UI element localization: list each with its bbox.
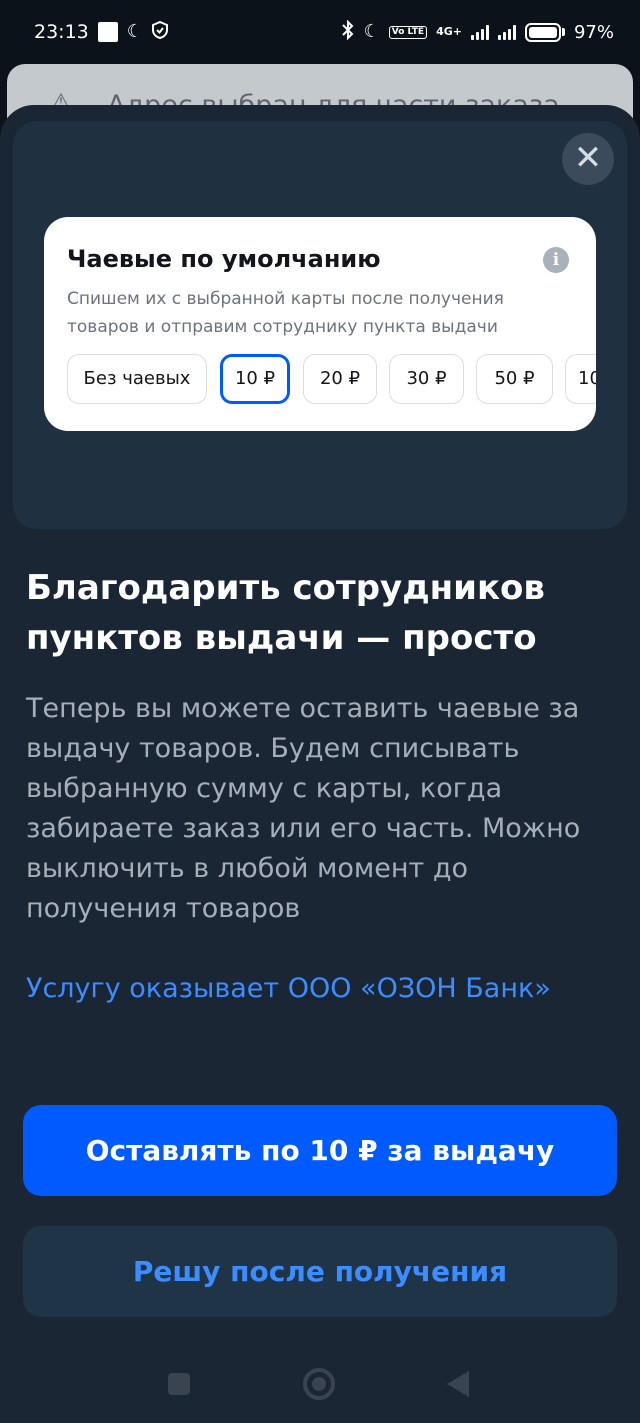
tip-options: Без чаевых 10 ₽ 20 ₽ 30 ₽ 50 ₽ 10: [67, 354, 596, 404]
shield-check-icon: [151, 20, 168, 43]
tip-option-20: 20 ₽: [303, 354, 377, 404]
system-navigation-bar: [0, 1350, 640, 1423]
status-bar: 23:13 ☾ ☾ Vo LTE 4G+ 97%: [0, 0, 640, 64]
volte-badge: Vo LTE: [388, 25, 428, 39]
signal-2-icon: [497, 24, 516, 40]
promo-banner: ✕ Чаевые по умолчанию i Спишем их с выбр…: [13, 121, 627, 529]
back-icon[interactable]: [447, 1371, 469, 1397]
bluetooth-icon: [341, 19, 355, 44]
tips-card-description: Спишем их с выбранной карты после получе…: [67, 289, 504, 337]
info-icon: i: [543, 247, 569, 273]
sheet-headline: Благодарить сотрудников пунктов выдачи —…: [26, 568, 545, 658]
close-icon: ✕: [573, 138, 603, 178]
ozon-bank-link[interactable]: Услугу оказывает ООО «ОЗОН Банк»: [26, 968, 586, 1010]
signal-icon: [470, 24, 489, 40]
battery-icon: [524, 22, 565, 42]
battery-percent: 97%: [573, 21, 614, 43]
tip-option-none: Без чаевых: [67, 354, 207, 404]
close-button[interactable]: ✕: [562, 133, 614, 185]
status-bar-left: 23:13 ☾: [34, 20, 168, 43]
decide-after-receiving-button[interactable]: Решу после получения: [23, 1226, 617, 1317]
screen: 23:13 ☾ ☾ Vo LTE 4G+ 97% ⚠ ✕ Чаевые по у…: [0, 0, 640, 1423]
leave-10-rub-tip-button[interactable]: Оставлять по 10 ₽ за выдачу: [23, 1105, 617, 1196]
network-type: 4G+: [436, 25, 462, 38]
notification-square-icon: [97, 22, 118, 42]
tips-card-title: Чаевые по умолчанию: [67, 245, 381, 273]
moon-clock-icon: ☾: [126, 21, 143, 42]
tips-preview-card: Чаевые по умолчанию i Спишем их с выбран…: [44, 217, 596, 431]
tip-option-30: 30 ₽: [389, 354, 464, 404]
tip-option-50: 50 ₽: [476, 354, 553, 404]
bottom-sheet: ✕ Чаевые по умолчанию i Спишем их с выбр…: [0, 105, 640, 1423]
home-icon[interactable]: [303, 1368, 335, 1400]
tip-option-partial: 10: [565, 354, 596, 404]
status-bar-right: ☾ Vo LTE 4G+ 97%: [341, 19, 614, 44]
tip-option-10: 10 ₽: [220, 354, 290, 404]
do-not-disturb-moon-icon: ☾: [363, 21, 380, 42]
recent-apps-icon[interactable]: [168, 1373, 190, 1395]
status-time: 23:13: [34, 21, 89, 43]
sheet-description: Теперь вы можете оставить чаевые за выда…: [26, 693, 581, 924]
